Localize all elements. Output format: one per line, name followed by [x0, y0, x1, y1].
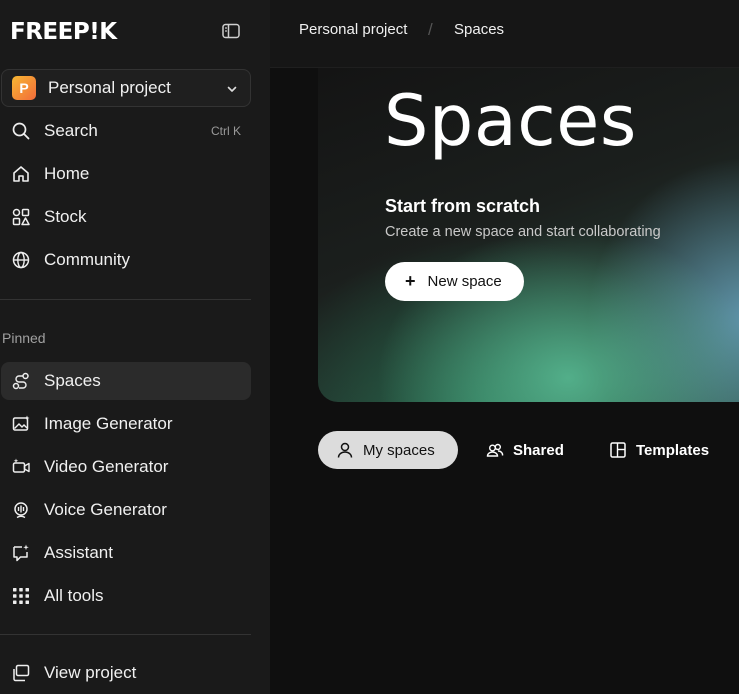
sidebar-item-spaces[interactable]: Spaces: [1, 362, 251, 400]
sidebar-item-label: All tools: [44, 586, 104, 605]
sidebar-item-all-tools[interactable]: All tools: [1, 577, 251, 615]
sidebar-item-view-project[interactable]: View project: [1, 654, 251, 692]
sidebar-item-assistant[interactable]: Assistant: [1, 534, 251, 572]
sidebar: FREEP!K P Personal project Search Ctrl K…: [0, 0, 270, 694]
tab-label: Templates: [636, 441, 710, 459]
sidebar-item-label: Assistant: [44, 543, 113, 562]
sidebar-divider: [0, 634, 251, 635]
breadcrumb-project-link[interactable]: Personal project: [299, 21, 407, 38]
hero-description: Create a new space and start collaborati…: [385, 224, 661, 240]
project-switcher[interactable]: P Personal project: [1, 69, 251, 107]
sidebar-item-voice-generator[interactable]: Voice Generator: [1, 491, 251, 529]
pinned-heading: Pinned: [2, 330, 46, 346]
sidebar-item-label: Image Generator: [44, 414, 173, 433]
image-generator-icon: [11, 414, 31, 434]
tab-label: My spaces: [363, 441, 435, 459]
sidebar-item-label: Community: [44, 250, 130, 269]
sidebar-item-label: Search: [44, 121, 98, 140]
sidebar-item-home[interactable]: Home: [1, 155, 251, 193]
tab-shared[interactable]: Shared: [468, 431, 578, 469]
sidebar-item-label: Spaces: [44, 371, 101, 390]
grid-dots-icon: [11, 586, 31, 606]
users-icon: [486, 441, 504, 459]
tab-templates[interactable]: Templates: [592, 431, 722, 469]
sidebar-item-video-generator[interactable]: Video Generator: [1, 448, 251, 486]
sidebar-toggle-icon[interactable]: [222, 23, 240, 39]
sidebar-item-label: Stock: [44, 207, 87, 226]
layout-template-icon: [609, 441, 627, 459]
video-generator-icon: [11, 457, 31, 477]
tab-my-spaces[interactable]: My spaces: [318, 431, 458, 469]
sidebar-item-community[interactable]: Community: [1, 241, 251, 279]
new-space-button[interactable]: + New space: [385, 262, 524, 301]
breadcrumb-current: Spaces: [454, 21, 505, 38]
page-title: Spaces: [384, 80, 637, 162]
project-name: Personal project: [48, 78, 171, 97]
sidebar-item-stock[interactable]: Stock: [1, 198, 251, 236]
plus-icon: +: [405, 271, 416, 291]
sidebar-item-label: Video Generator: [44, 457, 169, 476]
freepik-logo[interactable]: FREEP!K: [10, 19, 117, 45]
search-icon: [11, 121, 31, 141]
sidebar-item-label: Voice Generator: [44, 500, 167, 519]
new-space-label: New space: [427, 273, 502, 290]
tab-label: Shared: [513, 441, 564, 459]
spaces-icon: [11, 371, 31, 391]
view-project-icon: [11, 663, 31, 683]
spaces-hero-banner: Spaces Start from scratch Create a new s…: [318, 68, 739, 402]
chevron-down-icon: [226, 82, 238, 94]
search-shortcut: Ctrl K: [211, 124, 241, 138]
sidebar-item-label: Home: [44, 164, 90, 183]
voice-generator-icon: [11, 500, 31, 520]
home-icon: [11, 164, 31, 184]
project-avatar: P: [12, 76, 36, 100]
sidebar-item-image-generator[interactable]: Image Generator: [1, 405, 251, 443]
breadcrumb-separator: /: [428, 20, 433, 39]
sidebar-item-label: View project: [44, 663, 137, 682]
sidebar-item-search[interactable]: Search Ctrl K: [1, 112, 251, 150]
shapes-icon: [11, 207, 31, 227]
user-icon: [336, 441, 354, 459]
globe-icon: [11, 250, 31, 270]
breadcrumb: Personal project / Spaces: [270, 0, 739, 68]
hero-subtitle: Start from scratch: [385, 196, 541, 216]
sidebar-divider: [0, 299, 251, 300]
assistant-chat-icon: [11, 543, 31, 563]
